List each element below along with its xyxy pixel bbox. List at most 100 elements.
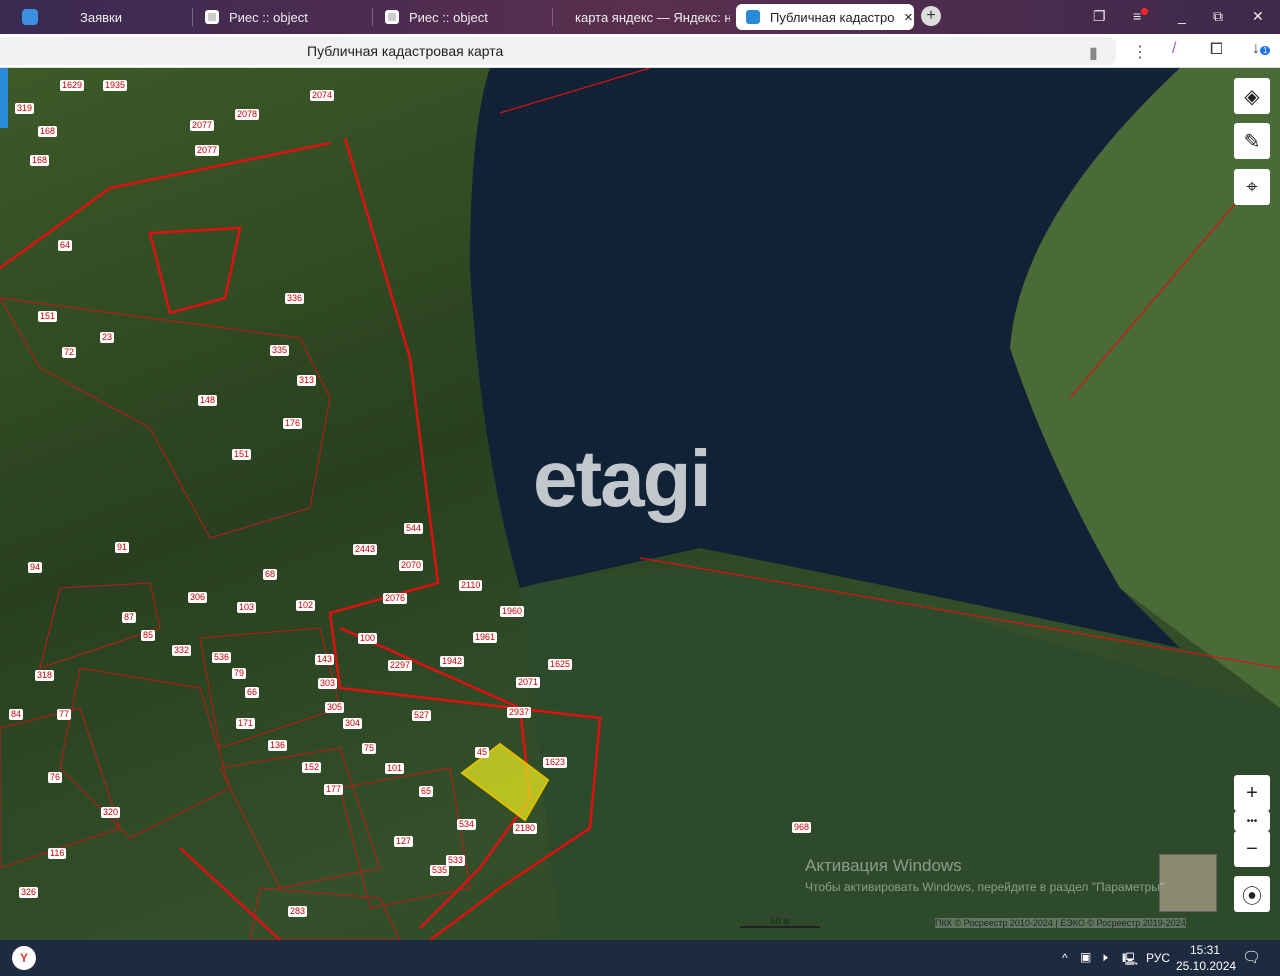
parcel-label[interactable]: 2076 [383,593,408,604]
parcel-label[interactable]: 2071 [516,677,541,688]
compass-button[interactable]: ⦿ [1234,876,1270,912]
parcel-label[interactable]: 176 [283,418,303,429]
parcel-label[interactable]: 77 [57,709,72,720]
parcel-label[interactable]: 535 [430,865,450,876]
parcel-label[interactable]: 2070 [399,560,424,571]
close-window-icon[interactable]: ✕ [1252,8,1264,25]
minimize-icon[interactable]: _ [1178,8,1186,24]
parcel-label[interactable]: 2077 [190,120,215,131]
parcel-label[interactable]: 23 [100,332,115,343]
tab-zayavki[interactable]: Заявки [70,4,190,30]
more-controls-button[interactable]: ••• [1234,811,1270,831]
tab-cadastral-map[interactable]: Публичная кадастрова × [736,4,914,30]
parcel-label[interactable]: 151 [38,311,58,322]
tab-yandex-maps[interactable]: карта яндекс — Яндекс: н [555,4,730,30]
parcel-label[interactable]: 303 [318,678,338,689]
parcel-label[interactable]: 94 [28,562,43,573]
parcel-label[interactable]: 283 [288,906,308,917]
parcel-label[interactable]: 544 [404,523,424,534]
more-icon[interactable]: ⋮ [1132,42,1148,62]
parcel-label[interactable]: 91 [115,542,130,553]
parcel-label[interactable]: 536 [212,652,232,663]
parcel-label[interactable]: 2297 [388,660,413,671]
parcel-label[interactable]: 305 [325,702,345,713]
layers-button[interactable]: ◈ [1234,78,1270,114]
downloads-icon[interactable]: ↓ 1 [1252,40,1271,58]
parcel-label[interactable]: 1623 [543,757,568,768]
tab-close-icon[interactable]: × [904,9,913,26]
parcel-label[interactable]: 1629 [60,80,85,91]
parcel-label[interactable]: 127 [394,836,414,847]
bookmark-icon[interactable]: ▮ [1089,43,1098,63]
parcel-label[interactable]: 1960 [500,606,525,617]
parcel-label[interactable]: 2180 [513,823,538,834]
parcel-label[interactable]: 76 [48,772,63,783]
parcel-label[interactable]: 143 [315,654,335,665]
yandex-browser-taskbar-icon[interactable]: Y [12,946,36,970]
parcel-label[interactable]: 87 [122,612,137,623]
parcel-label[interactable]: 68 [263,569,278,580]
parcel-label[interactable]: 1935 [103,80,128,91]
parcel-label[interactable]: 319 [15,103,35,114]
tray-chevron-icon[interactable]: ^ [1062,951,1068,965]
parcel-label[interactable]: 171 [236,718,256,729]
zoom-out-button[interactable]: − [1234,831,1270,867]
clock-time[interactable]: 15:31 [1190,943,1220,957]
parcel-label[interactable]: 318 [35,670,55,681]
parcel-label[interactable]: 1961 [473,632,498,643]
tab-ries-2[interactable]: Риес :: object [375,4,550,30]
parcel-label[interactable]: 306 [188,592,208,603]
parcel-label[interactable]: 177 [324,784,344,795]
parcel-label[interactable]: 534 [457,819,477,830]
tab-ries-1[interactable]: Риес :: object [195,4,370,30]
parcel-label[interactable]: 72 [62,347,77,358]
parcel-label[interactable]: 320 [101,807,121,818]
clock-date[interactable]: 25.10.2024 [1176,959,1236,973]
parcel-label[interactable]: 2077 [195,145,220,156]
parcel-label[interactable]: 1942 [440,656,465,667]
parcel-label[interactable]: 332 [172,645,192,656]
parcel-label[interactable]: 2078 [235,109,260,120]
parcel-label[interactable]: 1625 [548,659,573,670]
parcel-label[interactable]: 168 [38,126,58,137]
parcel-label[interactable]: 968 [792,822,812,833]
parcel-label[interactable]: 84 [9,709,24,720]
parcel-label[interactable]: 533 [446,855,466,866]
parcel-label[interactable]: 102 [296,600,316,611]
parcel-label[interactable]: 85 [141,630,156,641]
parcel-label[interactable]: 2443 [353,544,378,555]
language-indicator[interactable]: РУС [1146,951,1170,965]
url-field[interactable] [0,37,1116,65]
map-canvas[interactable]: etagi 2077 2078 2074 2077 336 335 313 148 176 151… [0,68,1280,940]
collections-icon[interactable]: ❐ [1093,8,1106,25]
parcel-label[interactable]: 79 [232,668,247,679]
volume-muted-icon[interactable]: 🕨 [1100,950,1108,965]
network-icon[interactable]: 🖳 [1122,950,1138,971]
locate-button[interactable]: ⌖ [1234,169,1270,205]
side-panel-toggle[interactable] [0,68,8,128]
meet-icon[interactable]: ▣ [1080,950,1091,964]
parcel-label[interactable]: 65 [419,786,434,797]
alice-icon[interactable]: / [1172,40,1176,58]
zoom-in-button[interactable]: + [1234,775,1270,811]
parcel-label[interactable]: 2937 [507,707,532,718]
parcel-label[interactable]: 45 [475,747,490,758]
parcel-label[interactable]: 100 [358,633,378,644]
parcel-label[interactable]: 313 [297,375,317,386]
parcel-label[interactable]: 2110 [459,580,483,591]
parcel-label[interactable]: 168 [30,155,50,166]
parcel-label[interactable]: 66 [245,687,260,698]
parcel-label[interactable]: 335 [270,345,290,356]
parcel-label[interactable]: 2074 [310,90,335,101]
parcel-label[interactable]: 151 [232,449,252,460]
extensions-icon[interactable]: ⧠ [1210,41,1223,59]
parcel-label[interactable]: 103 [237,602,257,613]
parcel-label[interactable]: 148 [198,395,218,406]
notifications-icon[interactable]: 🗨 [1242,948,1261,966]
parcel-label[interactable]: 75 [362,743,377,754]
menu-icon[interactable]: ≡ [1133,8,1149,24]
minimap[interactable] [1159,854,1217,912]
ruler-button[interactable]: ✎ [1234,123,1270,159]
restore-icon[interactable]: ⧉ [1213,8,1223,25]
parcel-label[interactable]: 152 [302,762,322,773]
